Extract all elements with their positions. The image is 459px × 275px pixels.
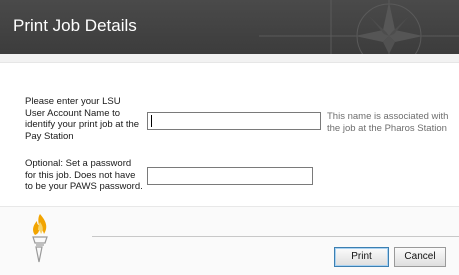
dialog-title: Print Job Details <box>13 16 137 35</box>
footer-separator <box>92 236 459 237</box>
username-input[interactable] <box>147 112 321 130</box>
torch-logo-icon <box>32 214 48 263</box>
text-caret <box>151 115 152 127</box>
dialog-footer <box>0 206 459 275</box>
print-button[interactable]: Print <box>334 247 389 267</box>
compass-rose-icon <box>259 0 459 54</box>
username-label: Please enter your LSU User Account Name … <box>25 96 140 142</box>
username-hint: This name is associated with the job at … <box>327 111 449 134</box>
dialog-header: Print Job Details <box>0 0 459 54</box>
cancel-button[interactable]: Cancel <box>394 247 446 267</box>
form-panel-top-strip <box>0 54 459 63</box>
password-input[interactable] <box>147 167 313 185</box>
password-label: Optional: Set a password for this job. D… <box>25 158 143 192</box>
